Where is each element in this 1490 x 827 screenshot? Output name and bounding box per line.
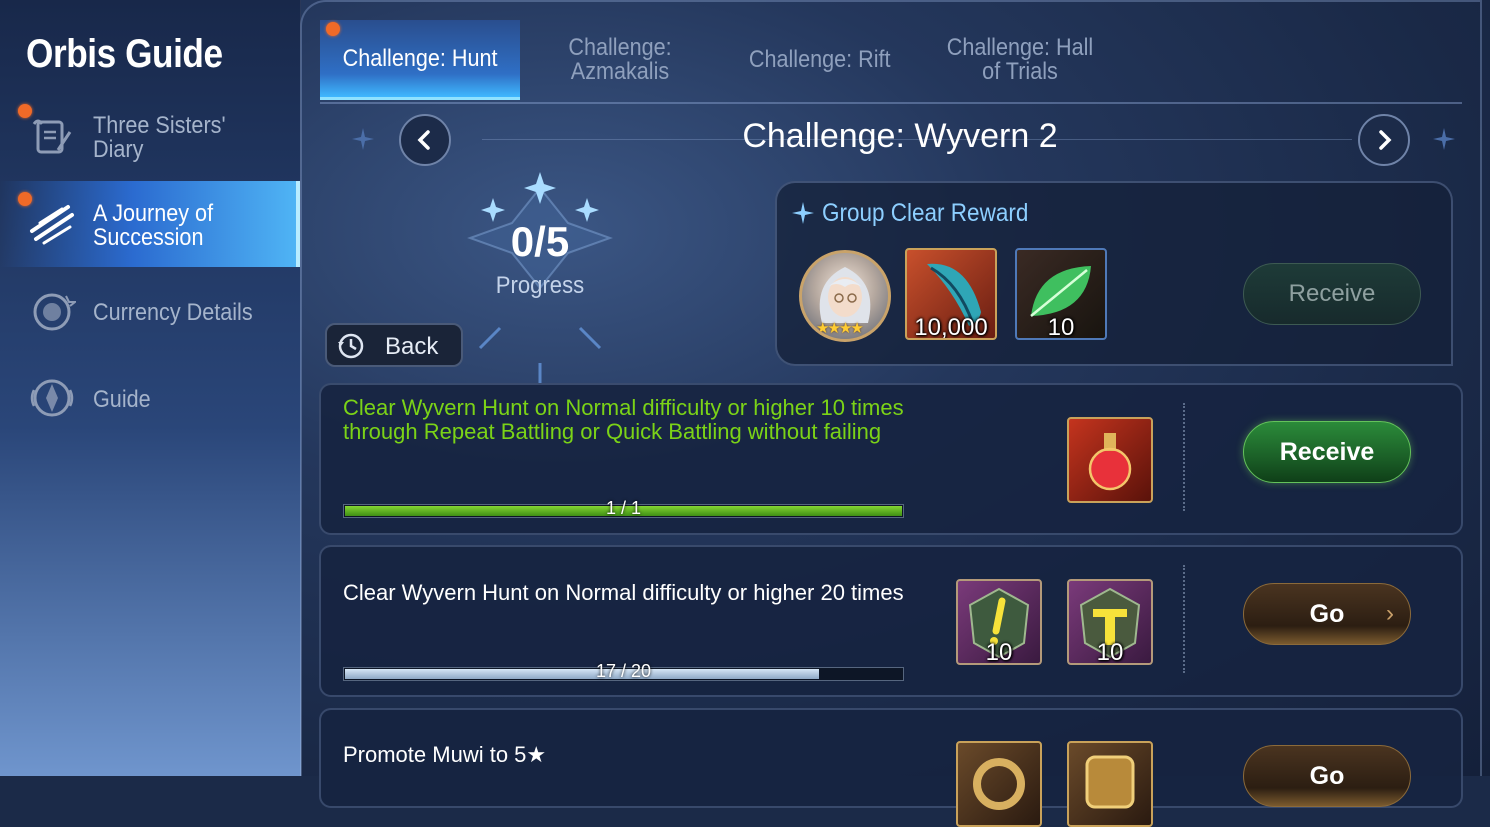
- mission-description: Clear Wyvern Hunt on Normal difficulty o…: [343, 580, 904, 605]
- sidebar-item-label: A Journey of Succession: [93, 200, 214, 251]
- sidebar-title: Orbis Guide: [26, 32, 223, 76]
- potion-reward-item[interactable]: [1067, 417, 1153, 503]
- sparkle-icon: [352, 128, 374, 150]
- progress-text: 17 / 20: [595, 661, 652, 681]
- tab-label: Challenge: Hall of Trials: [946, 34, 1094, 85]
- sidebar-item-label: Three Sisters' Diary: [93, 112, 226, 163]
- sidebar-item-three-sisters-diary[interactable]: Three Sisters' Diary: [0, 96, 300, 182]
- next-stage-button[interactable]: [1358, 114, 1410, 166]
- progress-value: 0/5: [510, 218, 570, 265]
- compass-icon: [30, 379, 74, 417]
- gem-reward-item[interactable]: 10: [1067, 579, 1153, 665]
- reward-quantity: 10: [1096, 639, 1124, 665]
- reward-quantity: 10: [985, 639, 1013, 665]
- chevron-right-icon: ›: [1386, 600, 1394, 627]
- red-potion-icon: [1088, 433, 1132, 491]
- progress-label: Progress: [495, 272, 585, 299]
- divider: [1183, 403, 1185, 511]
- sidebar-item-currency-details[interactable]: Currency Details: [0, 272, 300, 358]
- back-label: Back: [385, 333, 439, 360]
- barrel-reward-item[interactable]: [1067, 741, 1153, 827]
- tab-label: Challenge: Rift: [749, 46, 891, 73]
- stage-title: Challenge: Wyvern 2: [742, 117, 1058, 155]
- mission-description: Clear Wyvern Hunt on Normal difficulty o…: [343, 396, 904, 444]
- sidebar-item-label: Currency Details: [93, 299, 253, 326]
- tab-challenge-azmakalis[interactable]: Challenge: Azmakalis: [520, 20, 720, 100]
- sidebar: Orbis Guide Three Sisters' Diary A Journ…: [0, 0, 301, 776]
- claw-slash-icon: [30, 205, 74, 245]
- gold-ring-icon: [973, 758, 1025, 810]
- mission-go-button[interactable]: Go: [1243, 745, 1411, 807]
- hero-stars: ★★★★: [816, 320, 864, 337]
- tab-label: Challenge: Hunt: [342, 44, 498, 72]
- tab-label: Challenge: Azmakalis: [568, 34, 672, 85]
- sparkle-icon: [1433, 128, 1455, 150]
- coin-icon: [33, 293, 76, 331]
- back-button[interactable]: Back: [325, 323, 463, 367]
- chevron-left-icon: [417, 130, 430, 150]
- mission-receive-button[interactable]: Receive: [1243, 421, 1411, 483]
- leaf-reward-item[interactable]: 10: [1015, 248, 1107, 340]
- mission-text-line: through Repeat Battling or Quick Battlin…: [343, 419, 882, 444]
- mission-progress-bar: 17 / 20: [343, 661, 904, 681]
- hero-reward-item[interactable]: ★★★★: [799, 250, 891, 342]
- tab-challenge-hall-of-trials[interactable]: Challenge: Hall of Trials: [920, 20, 1120, 100]
- scroll-quill-icon: [32, 119, 72, 154]
- sidebar-item-label: Guide: [93, 386, 151, 413]
- gold-barrel-icon: [1085, 755, 1135, 809]
- sidebar-item-guide[interactable]: Guide: [0, 358, 300, 444]
- divider: [1183, 565, 1185, 673]
- ring-reward-item[interactable]: [956, 741, 1042, 827]
- reward-quantity: 10: [1047, 314, 1075, 340]
- feather-reward-item[interactable]: 10,000: [905, 248, 997, 340]
- sidebar-item-journey-of-succession[interactable]: A Journey of Succession: [0, 181, 300, 267]
- chevron-right-icon: [1379, 130, 1392, 150]
- group-reward-title: Group Clear Reward: [822, 199, 1029, 227]
- go-label: Go: [1309, 600, 1345, 628]
- mission-text-line: Clear Wyvern Hunt on Normal difficulty o…: [343, 395, 904, 420]
- sparkle-icon: [792, 202, 814, 224]
- go-label: Go: [1309, 762, 1345, 790]
- mission-description: Promote Muwi to 5★: [343, 742, 547, 767]
- group-reward-receive-button[interactable]: Receive: [1243, 263, 1421, 325]
- tab-challenge-hunt[interactable]: Challenge: Hunt: [320, 20, 520, 100]
- gem-reward-item[interactable]: 10: [956, 579, 1042, 665]
- progress-text: 1 / 1: [605, 498, 642, 518]
- mission-go-button[interactable]: Go ›: [1243, 583, 1411, 645]
- previous-stage-button[interactable]: [399, 114, 451, 166]
- notification-dot: [326, 22, 340, 36]
- mission-progress-bar: 1 / 1: [343, 498, 904, 518]
- tab-bar: Challenge: Hunt Challenge: Azmakalis Cha…: [320, 20, 1462, 104]
- reward-quantity: 10,000: [914, 314, 988, 340]
- tab-challenge-rift[interactable]: Challenge: Rift: [720, 20, 920, 100]
- history-clock-icon: [338, 333, 364, 359]
